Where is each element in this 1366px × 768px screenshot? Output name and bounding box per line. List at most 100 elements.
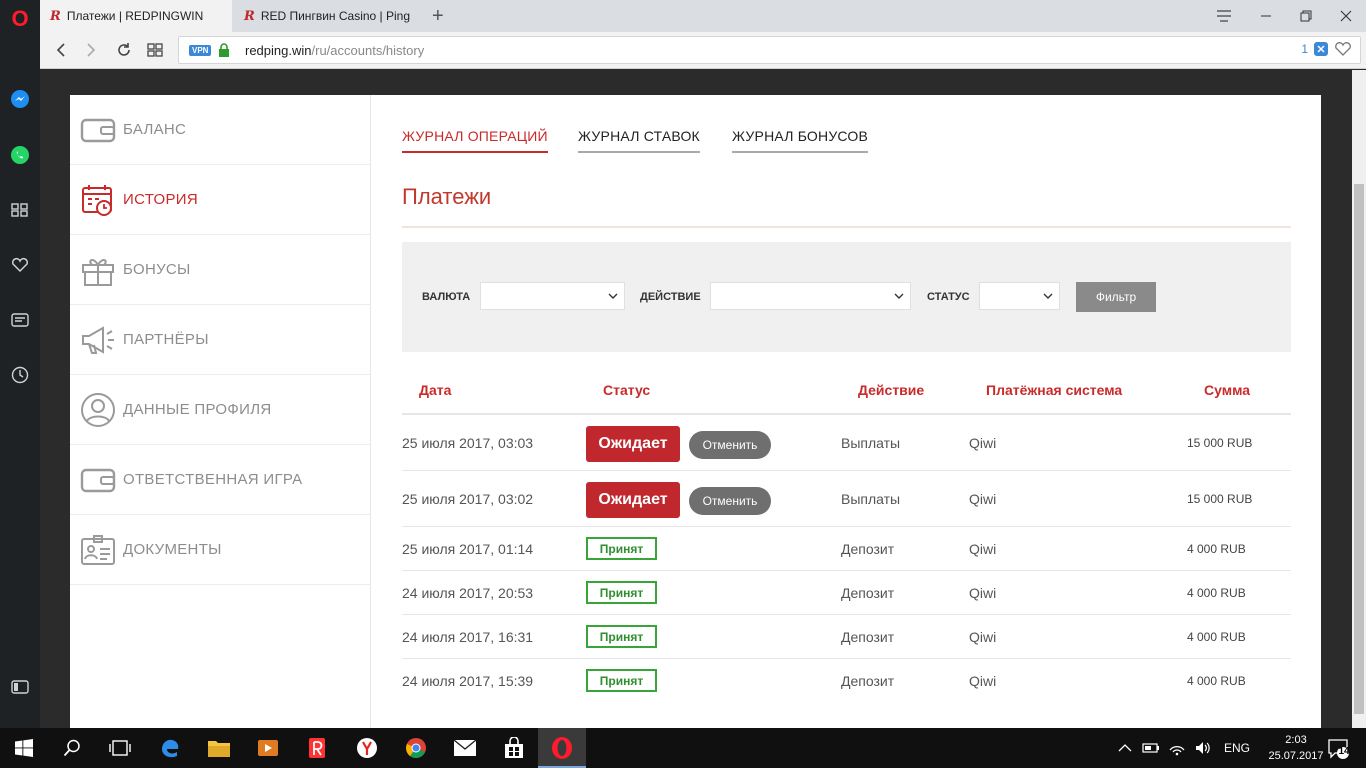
edge-browser-icon[interactable]	[158, 736, 182, 760]
tab-bets[interactable]: ЖУРНАЛ СТАВОК	[578, 128, 700, 153]
menu-item-history[interactable]: ИСТОРИЯ	[70, 165, 371, 235]
tab-bonus-journal[interactable]: ЖУРНАЛ БОНУСОВ	[732, 128, 869, 153]
adblock-count[interactable]: 1	[1301, 42, 1308, 56]
status-badge-accepted: Принят	[586, 581, 657, 604]
restore-icon[interactable]	[1285, 0, 1327, 32]
row-date: 24 июля 2017, 20:53	[402, 585, 534, 601]
row-amount: 4 000 RUB	[1187, 630, 1246, 644]
windows-start-icon[interactable]	[12, 736, 36, 760]
tab-title: RED Пингвин Casino | Ping	[260, 9, 411, 23]
task-view-icon[interactable]	[108, 736, 132, 760]
table-row: 25 июля 2017, 01:14 Принят Депозит Qiwi …	[402, 527, 1291, 571]
yandex-icon[interactable]	[305, 736, 329, 760]
action-label: ДЕЙСТВИЕ	[640, 291, 701, 303]
cancel-button[interactable]: Отменить	[689, 431, 771, 459]
status-badge-accepted: Принят	[586, 537, 657, 560]
menu-item-responsible-gaming[interactable]: ОТВЕТСТВЕННАЯ ИГРА	[70, 445, 371, 515]
filter-button[interactable]: Фильтр	[1076, 282, 1156, 312]
language-indicator[interactable]: ENG	[1224, 741, 1250, 755]
id-card-icon	[81, 534, 115, 565]
menu-item-profile[interactable]: ДАННЫЕ ПРОФИЛЯ	[70, 375, 371, 445]
row-action: Депозит	[841, 541, 895, 557]
mail-icon[interactable]	[453, 736, 477, 760]
clock-date: 25.07.2017	[1268, 750, 1324, 762]
wifi-icon[interactable]	[1168, 740, 1186, 756]
page-title: Платежи	[402, 184, 492, 209]
chrome-icon[interactable]	[404, 736, 428, 760]
status-select[interactable]	[979, 282, 1060, 310]
row-amount: 15 000 RUB	[1187, 492, 1253, 506]
taskbar-opera-active[interactable]	[538, 728, 586, 768]
row-payment-system: Qiwi	[969, 673, 997, 689]
account-menu: БАЛАНС ИСТОРИЯ БОНУСЫ ПАРТНЁРЫ ДАННЫЕ ПР…	[70, 95, 371, 728]
tab-menu-icon[interactable]	[1203, 0, 1245, 32]
back-arrow-icon[interactable]	[50, 39, 72, 61]
action-select[interactable]	[710, 282, 911, 310]
menu-label: БОНУСЫ	[123, 261, 191, 278]
sidebar-toggle-icon[interactable]	[10, 677, 30, 697]
search-icon[interactable]	[60, 736, 84, 760]
messenger-icon[interactable]	[10, 89, 30, 109]
adblock-icon[interactable]	[1314, 42, 1328, 56]
show-hidden-icons-chevron-up-icon[interactable]	[1118, 743, 1132, 753]
table-header: Дата Статус Действие Платёжная система С…	[402, 375, 1291, 415]
menu-label: БАЛАНС	[123, 121, 187, 138]
menu-item-balance[interactable]: БАЛАНС	[70, 95, 371, 165]
wallet-icon	[80, 468, 116, 492]
status-badge-pending: Ожидает	[586, 426, 680, 462]
cancel-button[interactable]: Отменить	[689, 487, 771, 515]
close-icon[interactable]	[1325, 0, 1366, 32]
new-tab-plus-icon[interactable]: +	[432, 6, 444, 26]
browser-tab[interactable]: R RED Пингвин Casino | Ping	[234, 0, 426, 32]
menu-label: ДАННЫЕ ПРОФИЛЯ	[123, 401, 272, 418]
table-row: 24 июля 2017, 15:39 Принят Депозит Qiwi …	[402, 659, 1291, 703]
row-action: Депозит	[841, 585, 895, 601]
opera-sidebar: O	[0, 0, 40, 728]
bookmark-heart-icon[interactable]	[1334, 41, 1352, 57]
scrollbar-thumb[interactable]	[1354, 184, 1364, 714]
clock[interactable]: 2:03 25.07.2017	[1268, 732, 1324, 764]
opera-menu-icon[interactable]: O	[9, 8, 31, 30]
row-date: 25 июля 2017, 01:14	[402, 541, 534, 557]
currency-select[interactable]	[480, 282, 625, 310]
url-field[interactable]: VPN redping.win/ru/accounts/history 1	[178, 36, 1361, 64]
table-row: 24 июля 2017, 16:31 Принят Депозит Qiwi …	[402, 615, 1291, 659]
col-date[interactable]: Дата	[419, 382, 451, 398]
menu-item-partners[interactable]: ПАРТНЁРЫ	[70, 305, 371, 375]
minimize-icon[interactable]	[1245, 0, 1287, 32]
col-payment-system[interactable]: Платёжная система	[986, 382, 1122, 398]
redping-favicon-icon: R	[244, 8, 255, 24]
history-clock-icon[interactable]	[10, 365, 30, 385]
megaphone-icon	[82, 325, 114, 354]
volume-icon[interactable]	[1194, 740, 1212, 756]
status-label: СТАТУС	[927, 291, 970, 303]
menu-item-bonuses[interactable]: БОНУСЫ	[70, 235, 371, 305]
col-status[interactable]: Статус	[603, 382, 650, 398]
news-icon[interactable]	[10, 310, 30, 330]
bookmarks-heart-icon[interactable]	[10, 255, 30, 275]
media-player-icon[interactable]	[256, 736, 280, 760]
whatsapp-icon[interactable]	[10, 145, 30, 165]
browser-tab-active[interactable]: R Платежи | REDPINGWIN	[40, 0, 232, 32]
col-amount[interactable]: Сумма	[1204, 382, 1250, 398]
clock-time: 2:03	[1285, 734, 1307, 746]
forward-arrow-icon[interactable]	[80, 39, 102, 61]
row-payment-system: Qiwi	[969, 585, 997, 601]
store-icon[interactable]	[502, 736, 526, 760]
reload-icon[interactable]	[113, 39, 135, 61]
currency-label: ВАЛЮТА	[422, 291, 471, 303]
table-row: 25 июля 2017, 03:02 Ожидает Отменить Вып…	[402, 471, 1291, 527]
lock-icon[interactable]	[218, 43, 230, 57]
yandex-browser-icon[interactable]	[355, 736, 379, 760]
battery-icon[interactable]	[1142, 741, 1160, 755]
page-scrollbar[interactable]	[1352, 70, 1366, 728]
col-action[interactable]: Действие	[858, 382, 924, 398]
row-payment-system: Qiwi	[969, 629, 997, 645]
action-center-icon[interactable]: 14	[1326, 736, 1350, 760]
file-explorer-icon[interactable]	[207, 736, 231, 760]
speed-dial-icon[interactable]	[10, 200, 30, 220]
speed-dial-grid-icon[interactable]	[144, 39, 166, 61]
tab-operations[interactable]: ЖУРНАЛ ОПЕРАЦИЙ	[402, 128, 548, 153]
vpn-badge[interactable]: VPN	[189, 45, 212, 56]
menu-item-documents[interactable]: ДОКУМЕНТЫ	[70, 515, 371, 585]
